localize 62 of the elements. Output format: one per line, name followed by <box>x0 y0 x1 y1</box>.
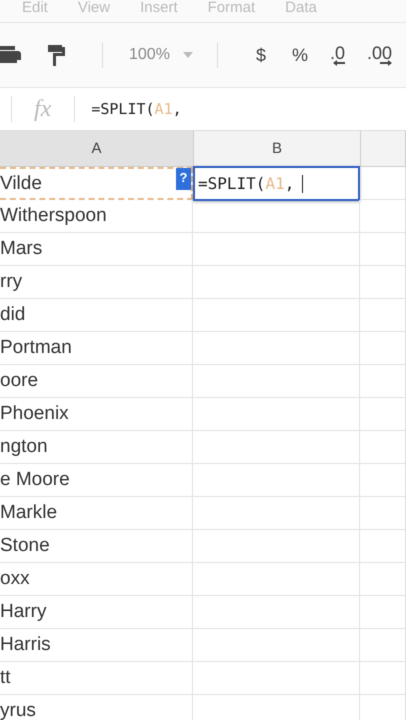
cell-text: oxx <box>0 568 30 590</box>
table-cell[interactable] <box>193 464 360 497</box>
table-cell[interactable] <box>360 200 406 233</box>
column-header[interactable]: A <box>0 131 194 166</box>
cell-text: oore <box>0 370 38 392</box>
cell-text: yrus <box>0 700 36 720</box>
cell-text: Markle <box>0 502 58 524</box>
cell-text: Portman <box>0 337 72 359</box>
caret-icon[interactable] <box>183 52 193 58</box>
cell-text: Witherspoon <box>0 205 107 227</box>
table-cell[interactable] <box>360 365 406 398</box>
table-cell[interactable] <box>360 662 406 695</box>
cell-text: did <box>0 304 26 326</box>
table-cell[interactable] <box>360 266 406 299</box>
cell-text: tt <box>0 667 11 689</box>
cell-text: ngton <box>0 436 48 458</box>
table-cell[interactable] <box>360 497 406 530</box>
increase-decimals-button[interactable]: .00 <box>367 44 392 66</box>
table-cell[interactable] <box>193 596 360 629</box>
table-cell[interactable] <box>193 398 360 431</box>
table-cell[interactable] <box>193 266 360 299</box>
cell-text: e Moore <box>0 469 70 491</box>
table-cell[interactable] <box>360 233 406 266</box>
table-cell[interactable] <box>360 431 406 464</box>
cell-text: Stone <box>0 535 50 557</box>
cell-text: rry <box>0 271 22 293</box>
help-badge[interactable]: ? <box>176 168 191 190</box>
table-cell[interactable] <box>193 497 360 530</box>
currency-button[interactable]: $ <box>256 44 266 66</box>
table-cell[interactable] <box>193 233 360 266</box>
table-cell[interactable] <box>360 332 406 365</box>
formula-input[interactable]: =SPLIT(A1, <box>91 100 182 118</box>
table-cell[interactable] <box>193 365 360 398</box>
table-cell[interactable] <box>360 398 406 431</box>
table-cell[interactable] <box>193 530 360 563</box>
table-cell[interactable] <box>360 629 406 662</box>
cell-text: Harry <box>0 601 46 623</box>
table-cell[interactable] <box>193 629 360 662</box>
table-cell[interactable] <box>193 200 360 233</box>
cell-text: Phoenix <box>0 403 69 425</box>
table-cell[interactable] <box>193 662 360 695</box>
table-cell[interactable] <box>360 596 406 629</box>
table-cell[interactable] <box>360 530 406 563</box>
function-label: fx <box>34 96 52 122</box>
left-arrow-icon <box>333 60 346 66</box>
cell-text: Harris <box>0 634 51 656</box>
table-cell[interactable] <box>360 167 406 200</box>
cell-text: Mars <box>0 238 42 260</box>
table-cell[interactable] <box>360 464 406 497</box>
table-cell[interactable] <box>360 563 406 596</box>
table-cell[interactable] <box>193 332 360 365</box>
table-cell[interactable] <box>193 299 360 332</box>
table-cell[interactable] <box>193 431 360 464</box>
table-cell[interactable] <box>360 299 406 332</box>
table-cell[interactable] <box>193 563 360 596</box>
percent-button[interactable]: % <box>292 44 308 66</box>
decrease-decimals-button[interactable]: .0 <box>330 44 346 66</box>
right-arrow-icon <box>380 60 392 66</box>
paint-format-icon[interactable] <box>46 43 66 67</box>
print-icon[interactable] <box>0 44 22 66</box>
cell-text: Vilde <box>0 172 42 194</box>
cell-editor[interactable]: =SPLIT(A1, <box>193 166 360 201</box>
